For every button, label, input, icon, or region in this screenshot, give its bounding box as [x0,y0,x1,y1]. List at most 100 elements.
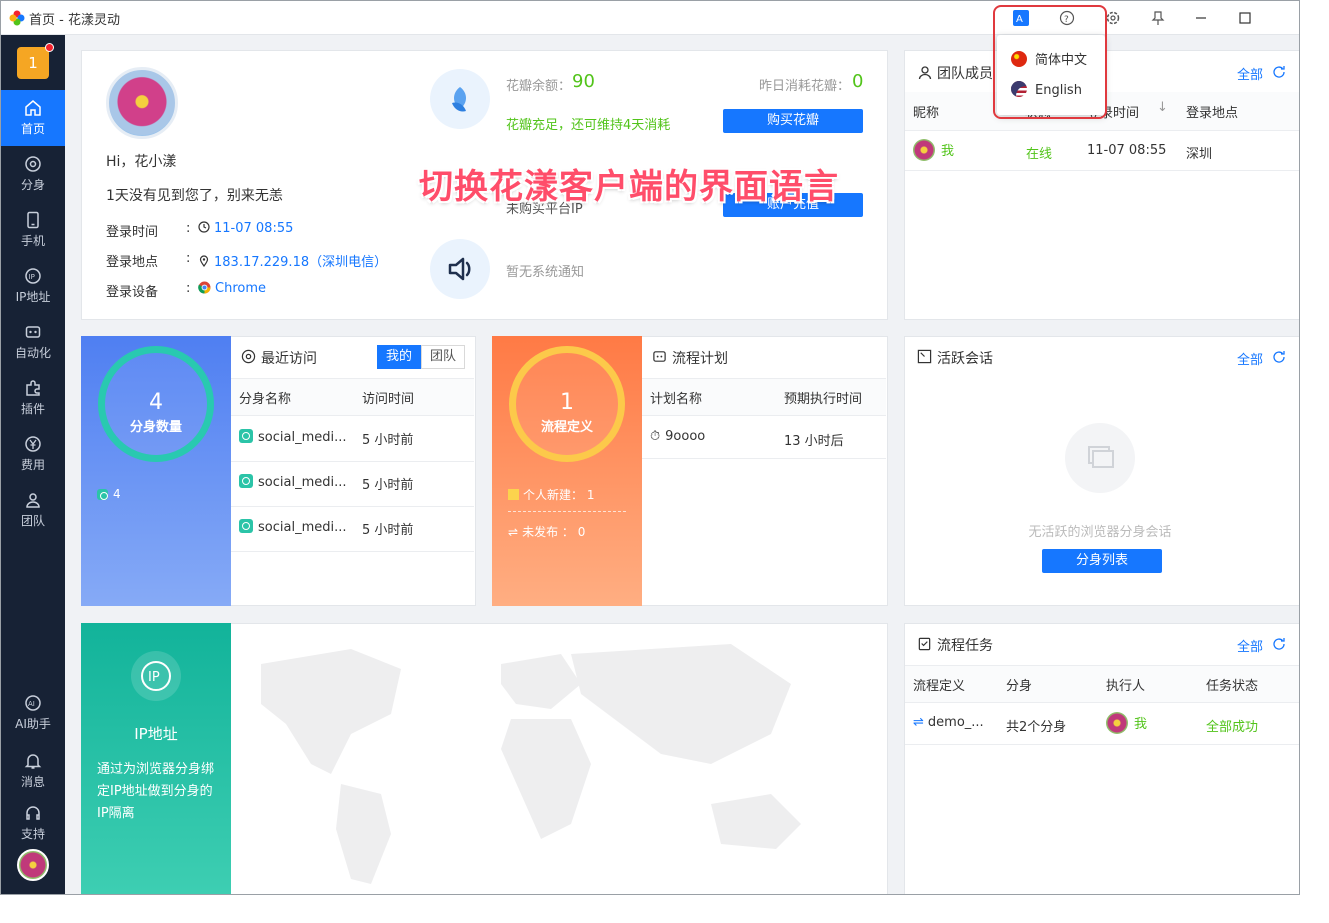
flow-icon: ⇌ [508,525,519,539]
sessions-all-link[interactable]: 全部 [1237,349,1263,368]
visit-time: 5 小时前 [362,523,414,538]
user-avatar[interactable] [17,849,49,881]
table-row[interactable]: social_medi... [239,519,347,535]
column-header: 流程定义 [913,679,966,694]
user-icon [918,66,932,80]
column-header: 预期执行时间 [784,392,863,407]
chrome-icon [198,281,211,294]
app-window: 首页 - 花漾灵动 A ? 1 首页 分身 手机 IP IP地址 自动化 插件 … [0,0,1300,895]
recent-visits-panel: 最近访问 我的 团队 分身名称 访问时间 social_medi... 5 小时… [231,336,476,606]
window-title: 首页 - 花漾灵动 [29,13,120,28]
tab-mine[interactable]: 我的 [377,345,421,369]
divider [905,130,1299,131]
sort-arrow-icon[interactable]: ↓ [1157,100,1168,115]
stopwatch-icon: ⏱ [650,429,661,444]
member-location: 深圳 [1186,147,1213,162]
home-icon [25,100,41,116]
divider [231,461,474,462]
headset-icon [26,806,40,820]
sidebar-item-team[interactable]: 团队 [1,482,65,538]
recent-visits-title: 最近访问 [261,351,317,367]
divider [905,170,1299,171]
sidebar-item-billing[interactable]: 费用 [1,426,65,482]
unpublished: ⇌ 未发布 ： 0 [508,525,586,539]
login-time-value: 11-07 08:55 [198,221,293,236]
flow-plan-title: 流程计划 [672,351,728,367]
sidebar-item-label: 消息 [20,775,45,789]
browser-icon [241,349,256,364]
member-login-time: 11-07 08:55 [1087,143,1167,158]
flow-card: 1 流程定义 个人新建： 1 ⇌ 未发布 ： 0 流程计划 计划名称 预期执行时间… [492,336,888,606]
balance-label: 花瓣余额： [506,79,572,94]
sidebar-item-ai[interactable]: AI AI助手 [1,685,65,741]
column-header: 计划名称 [650,392,703,407]
column-header: 访问时间 [362,392,415,407]
login-device-label: 登录设备 [106,285,159,300]
flow-tasks-card: 流程任务 全部 流程定义 分身 执行人 任务状态 ⇌ demo_... 共2个分身… [904,623,1299,894]
app-logo-icon [9,10,25,26]
visit-time: 5 小时前 [362,478,414,493]
sidebar-item-messages[interactable]: 消息 [1,743,65,799]
divider [905,744,1299,745]
task-status: 全部成功 [1206,720,1259,735]
flow-count-label: 流程定义 [540,420,593,435]
sidebar-item-automation[interactable]: 自动化 [1,314,65,370]
svg-text:IP: IP [29,273,35,281]
pin-icon[interactable] [1146,6,1170,30]
sidebar-item-plugins[interactable]: 插件 [1,370,65,426]
table-row[interactable]: social_medi... [239,474,347,490]
tasks-all-link[interactable]: 全部 [1237,636,1263,655]
team-icon [26,493,40,508]
empty-sessions-text: 无活跃的浏览器分身会话 [1028,525,1172,540]
refresh-icon[interactable] [1272,637,1286,651]
sidebar-item-label: 分身 [20,178,45,192]
column-header: 任务状态 [1206,679,1259,694]
column-header: 分身名称 [239,392,292,407]
notification-badge[interactable]: 1 [17,47,49,79]
buy-petals-button[interactable]: 购买花瓣 [723,109,863,133]
yesterday-value: 0 [852,71,864,92]
profile-chip-icon [239,474,253,488]
profile-list-button[interactable]: 分身列表 [1042,549,1162,573]
yen-icon [25,436,41,452]
column-header: 分身 [1006,679,1033,694]
system-notice: 暂无系统通知 [506,265,585,280]
bell-icon [24,754,42,769]
sidebar-item-ip[interactable]: IP IP地址 [1,258,65,314]
highlight-box [993,5,1107,119]
sidebar-item-label: 费用 [20,458,45,472]
profiles-count-label: 分身数量 [129,420,182,435]
flow-plan-panel: 流程计划 计划名称 预期执行时间 ⏱ 9oooo 13 小时后 [642,336,888,606]
ip-description: 通过为浏览器分身绑定IP地址做到分身的IP隔离 [97,762,215,821]
sidebar-item-label: 团队 [20,514,45,528]
table-row[interactable]: social_medi... [239,429,347,445]
active-sessions-card: 活跃会话 全部 无活跃的浏览器分身会话 分身列表 [904,336,1299,606]
table-row[interactable]: 我 [913,139,954,161]
sidebar-item-label: 自动化 [14,346,51,360]
empty-state-icon [1065,423,1135,493]
refresh-icon[interactable] [1272,65,1286,79]
sidebar-item-support[interactable]: 支持 [1,795,65,851]
task-executor: 我 [1106,712,1147,734]
sidebar-item-home[interactable]: 首页 [1,90,65,146]
profiles-count: 4 [149,390,163,415]
sidebar-item-profiles[interactable]: 分身 [1,146,65,202]
colon: : [186,251,191,266]
sidebar-item-phone[interactable]: 手机 [1,202,65,258]
maximize-icon[interactable] [1233,6,1257,30]
table-row[interactable]: ⇌ demo_... [913,715,984,730]
svg-text:AI: AI [28,700,35,708]
divider [508,511,626,512]
tab-team[interactable]: 团队 [421,345,465,369]
sidebar-item-label: IP地址 [15,290,51,304]
member-status: 在线 [1026,147,1053,162]
refresh-icon[interactable] [1272,350,1286,364]
personal-created: 个人新建： 1 [508,486,594,503]
visit-time: 5 小时前 [362,433,414,448]
puzzle-icon [26,380,40,396]
team-all-link[interactable]: 全部 [1237,64,1263,83]
minimize-icon[interactable] [1189,6,1213,30]
browser-icon [25,156,41,172]
table-row[interactable]: ⏱ 9oooo [650,429,705,444]
column-header: 执行人 [1106,679,1146,694]
